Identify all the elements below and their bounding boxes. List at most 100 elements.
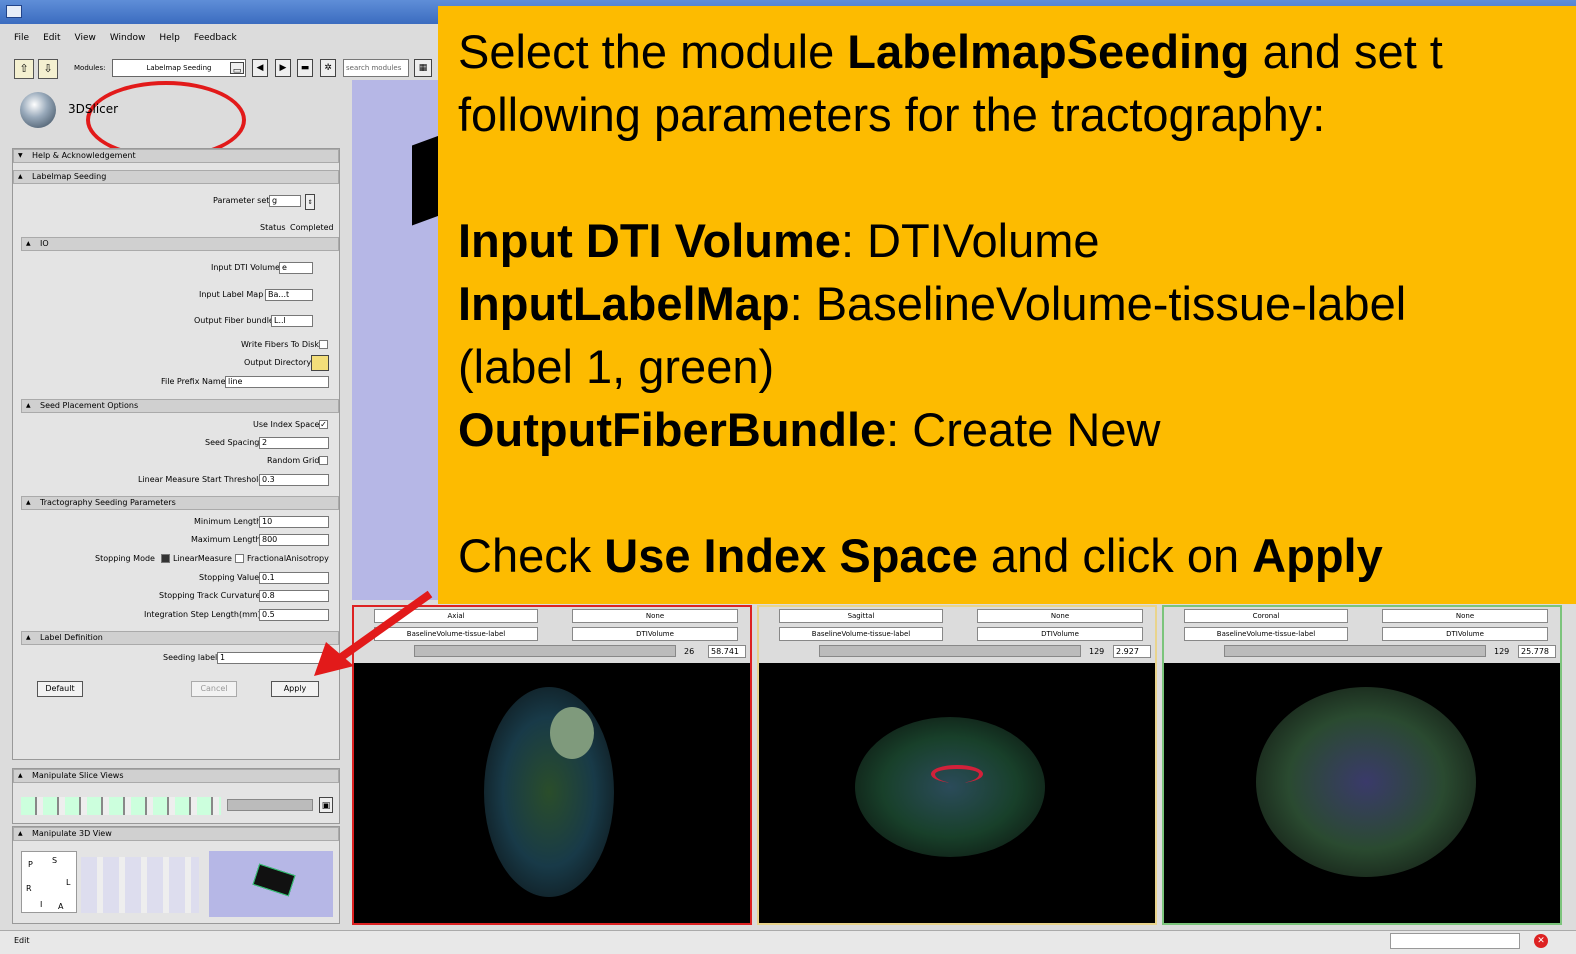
- callout-key: OutputFiberBundle: [458, 403, 887, 456]
- back-arrow-icon[interactable]: ◀: [252, 59, 268, 77]
- stopping-curvature-label: Stopping Track Curvature: [159, 591, 261, 600]
- sagittal-foreground-select[interactable]: None: [977, 609, 1143, 623]
- linear-measure-radio[interactable]: [161, 554, 170, 563]
- error-icon[interactable]: ✕: [1534, 934, 1548, 948]
- window-icon: [6, 5, 22, 18]
- default-button[interactable]: Default: [37, 681, 83, 697]
- menu-feedback[interactable]: Feedback: [194, 28, 237, 48]
- history-icon[interactable]: ▬: [297, 59, 313, 77]
- fractional-anisotropy-label: FractionalAnisotropy: [247, 554, 329, 563]
- stopping-value-input[interactable]: 0.1: [259, 572, 329, 584]
- slice-tool-icons[interactable]: [21, 797, 221, 815]
- help-section-header[interactable]: Help & Acknowledgement: [13, 149, 339, 163]
- input-label-map-select[interactable]: Ba...t: [265, 289, 313, 301]
- menu-file[interactable]: File: [14, 28, 29, 48]
- sagittal-offset-input[interactable]: 2.927: [1113, 645, 1151, 658]
- manipulate-3d-header[interactable]: Manipulate 3D View: [13, 827, 339, 841]
- axial-brain-image: [484, 687, 614, 897]
- labelmap-section-header[interactable]: Labelmap Seeding: [13, 170, 339, 184]
- view-control-icons[interactable]: [81, 857, 199, 913]
- parameter-set-spinner[interactable]: ⇕: [305, 194, 315, 210]
- menu-edit[interactable]: Edit: [43, 28, 60, 48]
- linear-threshold-label: Linear Measure Start Threshold: [138, 475, 264, 484]
- axial-offset-input[interactable]: 58.741: [708, 645, 746, 658]
- callout-line-2: following parameters for the tractograph…: [458, 88, 1326, 141]
- sagittal-slice-slider[interactable]: [819, 645, 1081, 657]
- orientation-cube[interactable]: P S L R I A: [21, 851, 77, 913]
- callout-text: : DTIVolume: [840, 214, 1100, 267]
- callout-line-7: Check Use Index Space and click on Apply: [458, 524, 1576, 587]
- coronal-background-select[interactable]: DTIVolume: [1382, 627, 1548, 641]
- coronal-controls: Coronal None BaselineVolume-tissue-label…: [1164, 607, 1560, 663]
- status-value: Completed: [290, 223, 334, 232]
- sagittal-orientation-select[interactable]: Sagittal: [779, 609, 943, 623]
- tract-section-header[interactable]: Tractography Seeding Parameters: [21, 496, 339, 510]
- callout-text: and set t: [1249, 25, 1443, 78]
- cancel-button[interactable]: Cancel: [191, 681, 237, 697]
- label-definition-header[interactable]: Label Definition: [21, 631, 339, 645]
- orient-p: P: [28, 860, 33, 869]
- fractional-anisotropy-radio[interactable]: [235, 554, 244, 563]
- sagittal-background-select[interactable]: DTIVolume: [977, 627, 1143, 641]
- menu-view[interactable]: View: [75, 28, 96, 48]
- slice-fov-slider[interactable]: [227, 799, 313, 811]
- module-dropdown-icon[interactable]: ▭: [230, 62, 244, 76]
- callout-text: Select the module: [458, 25, 848, 78]
- io-section-header[interactable]: IO: [21, 237, 339, 251]
- module-settings-icon[interactable]: ✲: [320, 59, 336, 77]
- save-scene-icon[interactable]: ⇩: [38, 59, 58, 79]
- status-label: Status: [260, 223, 286, 232]
- input-dti-select[interactable]: e: [279, 262, 313, 274]
- orient-s: S: [52, 856, 58, 865]
- menu-help[interactable]: Help: [159, 28, 180, 48]
- sagittal-label-select[interactable]: BaselineVolume-tissue-label: [779, 627, 943, 641]
- annotation-arrow-icon: [314, 590, 433, 676]
- min-length-input[interactable]: 10: [259, 516, 329, 528]
- seed-spacing-input[interactable]: 2: [259, 437, 329, 449]
- integration-step-label: Integration Step Length(mm): [144, 610, 261, 619]
- coronal-foreground-select[interactable]: None: [1382, 609, 1548, 623]
- load-scene-icon[interactable]: ⇧: [14, 59, 34, 79]
- 3d-thumbnail[interactable]: [209, 851, 333, 917]
- axial-slice-slider[interactable]: [414, 645, 676, 657]
- coronal-offset-input[interactable]: 25.778: [1518, 645, 1556, 658]
- use-index-checkbox[interactable]: ✓: [319, 420, 328, 429]
- 3d-view[interactable]: [352, 80, 442, 600]
- thumbnail-slice: [252, 863, 296, 897]
- file-prefix-input[interactable]: line: [225, 376, 329, 388]
- slicer-logo-text: 3DSlicer: [68, 102, 119, 116]
- coronal-slice-slider[interactable]: [1224, 645, 1486, 657]
- search-modules-input[interactable]: search modules: [343, 59, 409, 77]
- axial-foreground-select[interactable]: None: [572, 609, 738, 623]
- write-fibers-checkbox[interactable]: [319, 340, 328, 349]
- seed-section-header[interactable]: Seed Placement Options: [21, 399, 339, 413]
- manipulate-slice-header[interactable]: Manipulate Slice Views: [13, 769, 339, 783]
- slice-layout-icon[interactable]: ▣: [319, 797, 333, 813]
- instruction-callout: Select the module LabelmapSeeding and se…: [438, 6, 1576, 604]
- manipulate-3d-panel: Manipulate 3D View P S L R I A: [12, 826, 340, 924]
- max-length-input[interactable]: 800: [259, 534, 329, 546]
- module-selector[interactable]: Labelmap Seeding: [112, 59, 246, 77]
- sagittal-controls: Sagittal None BaselineVolume-tissue-labe…: [759, 607, 1155, 663]
- sagittal-slice-view[interactable]: Sagittal None BaselineVolume-tissue-labe…: [757, 605, 1157, 925]
- linear-threshold-input[interactable]: 0.3: [259, 474, 329, 486]
- coronal-orientation-select[interactable]: Coronal: [1184, 609, 1348, 623]
- callout-key: Use Index Space: [604, 529, 978, 582]
- axial-background-select[interactable]: DTIVolume: [572, 627, 738, 641]
- slicer-window: File Edit View Window Help Feedback ⇧ ⇩ …: [0, 0, 1576, 954]
- output-fiber-select[interactable]: L..l: [271, 315, 313, 327]
- folder-icon[interactable]: [311, 355, 329, 371]
- random-grid-checkbox[interactable]: [319, 456, 328, 465]
- apply-button[interactable]: Apply: [271, 681, 319, 697]
- callout-key: Input DTI Volume: [458, 214, 841, 267]
- grid-view-icon[interactable]: ▦: [414, 59, 432, 77]
- random-grid-label: Random Grid: [267, 456, 320, 465]
- min-length-label: Minimum Length: [194, 517, 262, 526]
- coronal-slice-view[interactable]: Coronal None BaselineVolume-tissue-label…: [1162, 605, 1562, 925]
- progress-field: [1390, 933, 1520, 949]
- menu-window[interactable]: Window: [110, 28, 146, 48]
- coronal-label-select[interactable]: BaselineVolume-tissue-label: [1184, 627, 1348, 641]
- parameter-set-select[interactable]: g: [269, 195, 301, 207]
- forward-arrow-icon[interactable]: ▶: [275, 59, 291, 77]
- parameter-set-label: Parameter set: [213, 196, 270, 205]
